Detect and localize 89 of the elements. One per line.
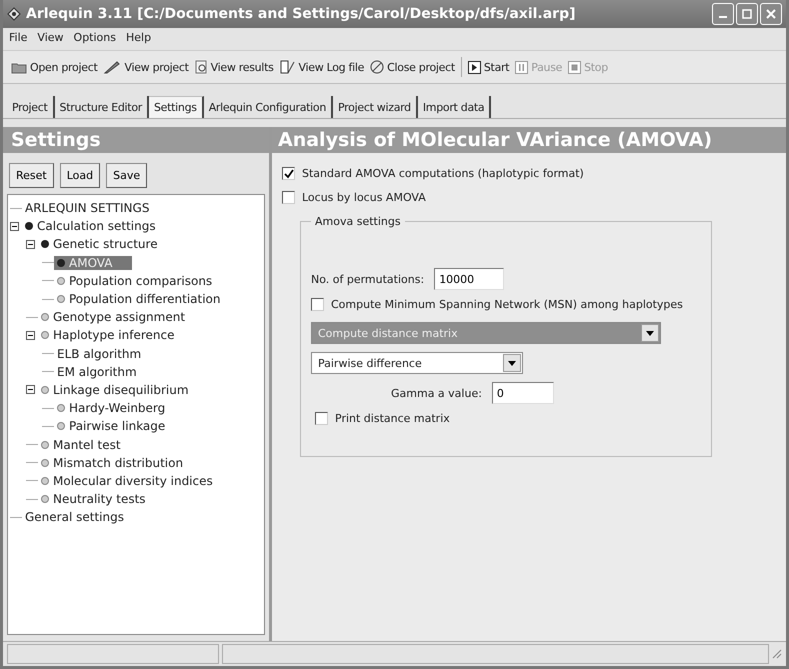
push-button[interactable]: Load [60,163,100,188]
cancel-icon [370,60,384,74]
tree-item[interactable]: Molecular diversity indices [38,474,216,488]
dot-icon [25,222,33,230]
collapse-icon[interactable] [26,240,38,249]
folder-icon [11,60,27,74]
tree-item[interactable]: Mismatch distribution [38,456,186,470]
minimize-button[interactable] [712,3,734,25]
tree-item[interactable]: Haplotype inference [38,328,178,342]
tab[interactable]: Arlequin Configuration [204,96,334,118]
menu-item[interactable]: Options [74,31,116,47]
field-label: No. of permutations: [311,272,424,286]
tree-item[interactable]: General settings [22,510,127,524]
minimize-icon [719,16,727,18]
checkbox-label: Standard AMOVA computations (haplotypic format) [302,167,584,180]
menu-item[interactable]: Help [126,31,152,47]
tree-item[interactable]: Calculation settings [22,219,159,234]
tree-item[interactable]: EM algorithm [54,364,140,379]
panel-heading: Settings [3,127,269,153]
toolbar-button[interactable]: View results [194,60,274,74]
dot-icon [41,240,49,248]
menu-item[interactable]: File [9,31,28,47]
checkbox[interactable] [315,412,328,425]
tree-item[interactable]: Linkage disequilibrium [38,382,192,397]
play-icon [468,60,481,74]
maximize-icon [742,9,752,19]
tab[interactable]: Project wizard [333,96,418,118]
maximize-button[interactable] [736,3,758,25]
input-field[interactable]: 0 [492,382,554,404]
checkbox-label: Locus by locus AMOVA [302,191,426,204]
push-button[interactable]: Reset [9,163,54,188]
circle-icon [41,440,49,449]
menu-item[interactable]: View [37,31,64,47]
collapse-icon[interactable] [26,330,38,340]
checkbox[interactable] [282,167,295,180]
tree-item[interactable]: AMOVA [54,256,132,270]
circle-icon [41,313,49,322]
caret-icon [508,360,516,366]
tab[interactable]: Import data [418,96,492,118]
dropdown[interactable]: Pairwise difference [311,352,523,374]
toolbar-button[interactable]: View project [103,60,189,74]
circle-icon [57,276,65,285]
tree-item[interactable]: Pairwise linkage [54,419,168,434]
close-icon [766,9,776,19]
caret-icon [646,330,654,336]
checkbox[interactable] [311,298,324,311]
tree-item[interactable]: ARLEQUIN SETTINGS [22,201,152,216]
collapse-icon[interactable] [26,385,38,394]
circle-icon [57,404,65,412]
close-button[interactable] [760,3,782,25]
tree-item[interactable]: Genetic structure [38,237,161,252]
dot-icon [57,258,65,267]
checkbox-label: Compute Minimum Spanning Network (MSN) among haplotypes [331,298,683,311]
input-field[interactable]: 10000 [434,268,504,290]
toolbar-button[interactable]: Start [468,60,510,74]
tree-item[interactable]: Neutrality tests [38,492,149,506]
tree-item[interactable]: ELB algorithm [54,346,144,361]
circle-icon [41,458,49,467]
tab[interactable]: Project [7,96,55,118]
tree-item[interactable]: Genotype assignment [38,310,188,324]
pause-icon [515,60,528,74]
push-button[interactable]: Save [106,163,148,188]
panel-heading: Analysis of MOlecular VAriance (AMOVA) [272,127,786,153]
diamond-icon [7,7,21,21]
page-icon [280,60,296,74]
tab[interactable]: Settings [148,96,204,118]
pen-icon [103,60,122,74]
field-label: Gamma a value: [391,386,482,400]
circle-icon [41,331,49,340]
window-title: Arlequin 3.11 [C:/Documents and Settings/Carol/Desktop/dfs/axil.arp] [26,6,577,22]
stop-icon [568,60,582,74]
circle-icon [41,476,49,485]
checkbox[interactable] [282,191,295,204]
tree-item[interactable]: Hardy-Weinberg [54,401,168,416]
magnifier-icon [194,60,208,74]
circle-icon [57,422,65,430]
circle-icon [41,386,49,394]
toolbar-button[interactable]: Open project [11,60,98,74]
collapse-icon[interactable] [10,222,22,231]
group-title: Amova settings [314,215,402,228]
resize-grip-icon [772,649,782,659]
circle-icon [41,495,49,504]
circle-icon [57,295,65,304]
tree-item[interactable]: Mantel test [38,438,124,452]
toolbar-button[interactable]: View Log file [280,60,364,74]
toolbar-button[interactable]: Close project [370,60,455,74]
checkbox-label: Print distance matrix [335,412,450,425]
tree-item[interactable]: Population differentiation [54,292,224,306]
tree-item[interactable]: Population comparisons [54,274,216,288]
